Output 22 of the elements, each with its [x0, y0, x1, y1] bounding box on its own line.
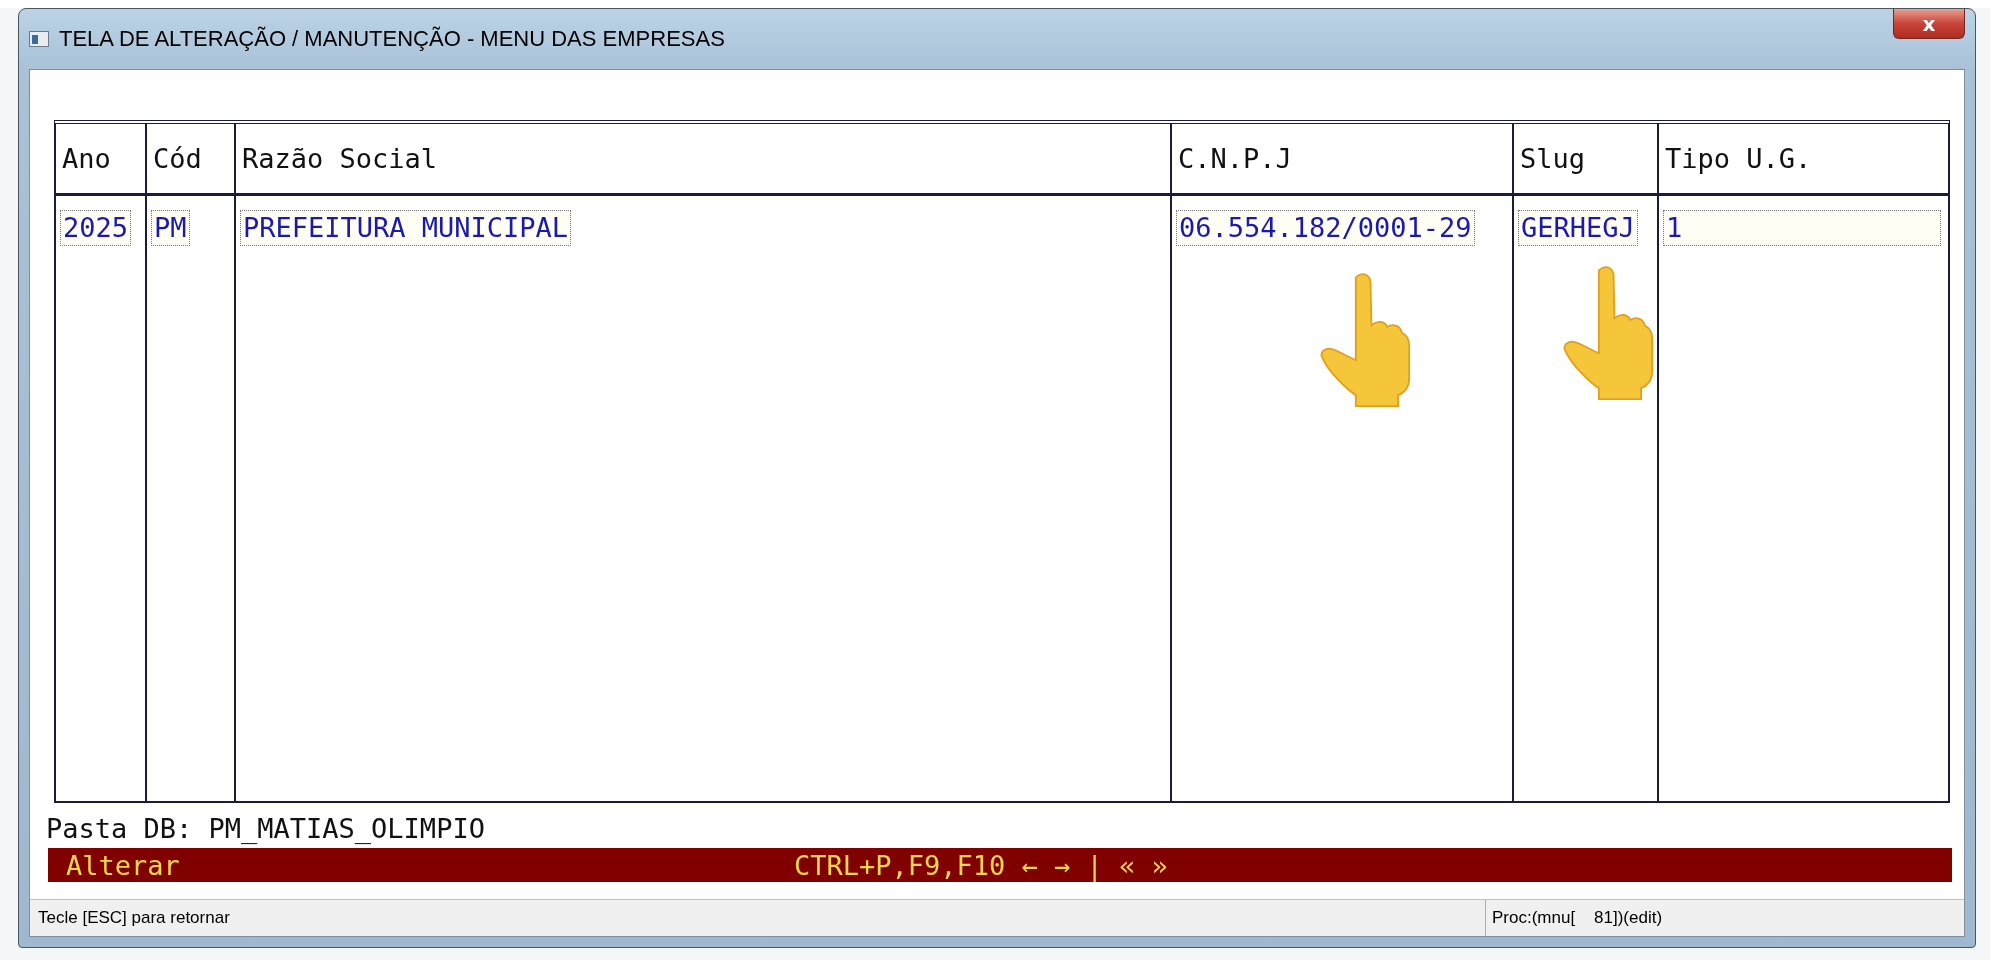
close-button[interactable]: x — [1893, 9, 1965, 39]
status-text: Tecle [ESC] para retornar — [30, 900, 1486, 936]
window-title: TELA DE ALTERAÇÃO / MANUTENÇÃO - MENU DAS EMPRESAS — [59, 26, 726, 52]
shortcut-keys-label: CTRL+P,F9,F10 ← → | « » — [794, 849, 1168, 881]
column-header: Slug — [1514, 124, 1659, 196]
column-header: C.N.P.J — [1172, 124, 1514, 196]
column-header: Ano — [56, 124, 147, 196]
pointing-hand-icon — [1562, 263, 1654, 401]
column-header: Razão Social — [236, 124, 1172, 196]
table-cell[interactable]: 06.554.182/0001-29 — [1176, 210, 1475, 246]
db-folder-label: Pasta DB: PM_MATIAS_OLIMPIO — [46, 813, 486, 844]
column-header: Cód — [147, 124, 236, 196]
window-icon — [29, 31, 49, 47]
pointing-hand-icon — [1319, 270, 1411, 408]
table-cell[interactable]: PREFEITURA MUNICIPAL — [240, 210, 572, 246]
table-cell[interactable]: 2025 — [60, 210, 132, 246]
column-header: Tipo U.G. — [1659, 124, 1949, 196]
table-cell[interactable]: 1 — [1663, 210, 1941, 246]
status-text: Proc:(mnu[ 81])(edit) — [1491, 907, 1663, 929]
mode-label: Alterar — [66, 849, 181, 881]
table-cell[interactable]: GERHEGJ — [1518, 210, 1638, 246]
table-cell[interactable]: PM — [151, 210, 190, 246]
